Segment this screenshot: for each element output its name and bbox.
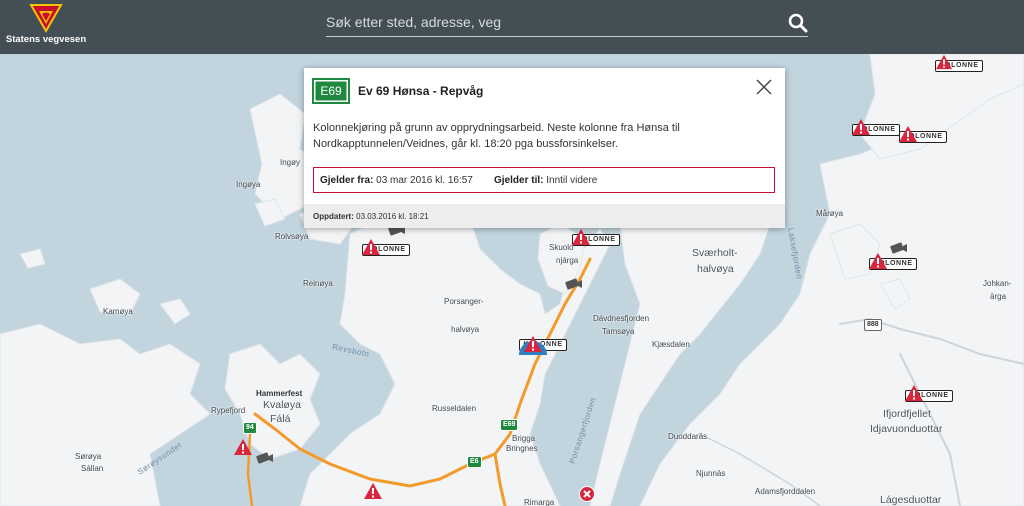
place-hammerfest: Hammerfest bbox=[256, 389, 303, 398]
validity-box: Gjelder fra: 03 mar 2016 kl. 16:57 Gjeld… bbox=[313, 167, 775, 193]
place-rypefjord: Rypefjord bbox=[211, 406, 246, 415]
webcam-icon[interactable] bbox=[256, 452, 274, 464]
place-soroya: Sørøya bbox=[75, 452, 102, 461]
place-rimarga: Rimarga bbox=[524, 498, 555, 506]
updated-value: 03.03.2016 kl. 18:21 bbox=[356, 212, 429, 221]
kolonne-marker[interactable]: KOLONNE bbox=[851, 118, 901, 136]
place-svaerholt-halvoya: halvøya bbox=[697, 263, 734, 275]
place-kamoya: Kamøya bbox=[103, 307, 133, 316]
place-bringnes: Bringnes bbox=[506, 444, 538, 453]
warning-triangle-icon bbox=[362, 239, 380, 255]
place-johkan: Johkan- bbox=[983, 279, 1012, 288]
kolonne-marker[interactable]: KOLONNE bbox=[361, 238, 411, 256]
place-maroya: Mårøya bbox=[816, 209, 844, 218]
place-duoddaras: Duoddarās bbox=[668, 432, 708, 441]
place-kvaloya: Kvaløya bbox=[263, 399, 301, 411]
place-russeldalen: Russeldalen bbox=[432, 404, 477, 413]
place-fala: Fálá bbox=[270, 413, 291, 425]
place-halvoya: halvøya bbox=[451, 325, 480, 334]
road-shield-94: 94 bbox=[243, 422, 257, 434]
warning-triangle-icon bbox=[852, 119, 870, 135]
place-porsanger: Porsanger- bbox=[444, 297, 484, 306]
warning-triangle-icon bbox=[905, 385, 923, 401]
place-reinoya: Reinøya bbox=[303, 279, 333, 288]
warning-triangle-icon bbox=[519, 336, 547, 355]
valid-to-label: Gjelder til: bbox=[494, 175, 544, 186]
place-sallan: Sállan bbox=[81, 464, 104, 473]
warning-triangle-icon bbox=[364, 483, 382, 499]
kolonne-marker[interactable]: KOLONNE bbox=[904, 384, 954, 402]
logo-text: Statens vegvesen bbox=[5, 34, 87, 45]
road-shield-888: 888 bbox=[864, 319, 882, 331]
kolonne-marker[interactable]: KOLONNE bbox=[571, 228, 621, 246]
place-njarga: njárga bbox=[556, 256, 579, 265]
popup-footer: Oppdatert: 03.03.2016 kl. 18:21 bbox=[304, 204, 785, 228]
place-lagesduottar: Lágesduottar bbox=[880, 494, 942, 506]
place-johkan-arga: ārga bbox=[990, 292, 1007, 301]
warning-triangle-icon bbox=[936, 54, 952, 70]
warning-triangle-icon bbox=[869, 253, 887, 269]
place-kjaesdalen: Kjæsdalen bbox=[652, 340, 690, 349]
webcam-icon[interactable] bbox=[565, 278, 583, 290]
kolonne-marker-selected[interactable]: KOLONNE bbox=[518, 333, 568, 355]
popup-description: Kolonnekjøring på grunn av opprydningsar… bbox=[313, 122, 680, 150]
valid-from-label: Gjelder fra: bbox=[320, 175, 374, 186]
kolonne-marker[interactable]: KOLONNE bbox=[934, 54, 984, 72]
road-shield-e69: E69 bbox=[500, 419, 519, 431]
kolonne-marker[interactable]: KOLONNE bbox=[898, 125, 948, 143]
place-brigga: Brigga bbox=[512, 434, 536, 443]
place-ingoy: Ingøy bbox=[280, 158, 301, 167]
place-tamsoya: Tamsøya bbox=[602, 327, 635, 336]
incident-popup: E69 Ev 69 Hønsa - Repvåg Kolonnekjøring … bbox=[304, 68, 785, 228]
search-box bbox=[326, 8, 808, 37]
top-bar: Statens vegvesen bbox=[0, 0, 1024, 54]
road-closed-icon[interactable] bbox=[579, 486, 595, 502]
statens-vegvesen-logo[interactable]: Statens vegvesen bbox=[4, 3, 88, 51]
warning-triangle-icon bbox=[572, 229, 590, 245]
webcam-icon[interactable] bbox=[890, 242, 908, 254]
place-ifjordfjellet: Ifjordfjellet bbox=[883, 408, 931, 420]
logo-emblem-icon bbox=[29, 4, 63, 33]
road-shield-e6: E6 bbox=[467, 456, 482, 468]
place-ingoya: Ingøya bbox=[236, 180, 261, 189]
close-icon[interactable] bbox=[755, 78, 773, 96]
place-idjavuonduottar: Idjavuonduottar bbox=[870, 423, 943, 435]
valid-from-value: 03 mar 2016 kl. 16:57 bbox=[376, 175, 473, 186]
road-badge: E69 bbox=[312, 78, 350, 104]
place-svaerholt: Sværholt- bbox=[692, 247, 738, 259]
place-njunnas: Njunnās bbox=[696, 469, 726, 478]
search-input[interactable] bbox=[326, 8, 766, 36]
kolonne-marker[interactable]: KOLONNE bbox=[868, 252, 918, 270]
warning-triangle-icon bbox=[234, 439, 252, 455]
place-adamsfjorddalen: Adamsfjorddalen bbox=[755, 487, 816, 496]
place-skuolo: Skuolo bbox=[549, 243, 574, 252]
place-davdnesfjorden: Dávdnesfjorden bbox=[593, 314, 650, 323]
place-rolvsoya: Rolvsøya bbox=[275, 232, 309, 241]
search-icon[interactable] bbox=[788, 13, 808, 33]
popup-title: Ev 69 Hønsa - Repvåg bbox=[358, 84, 484, 98]
valid-to-value: Inntil videre bbox=[546, 175, 598, 186]
updated-label: Oppdatert: bbox=[313, 212, 354, 221]
warning-triangle-icon bbox=[899, 126, 917, 142]
